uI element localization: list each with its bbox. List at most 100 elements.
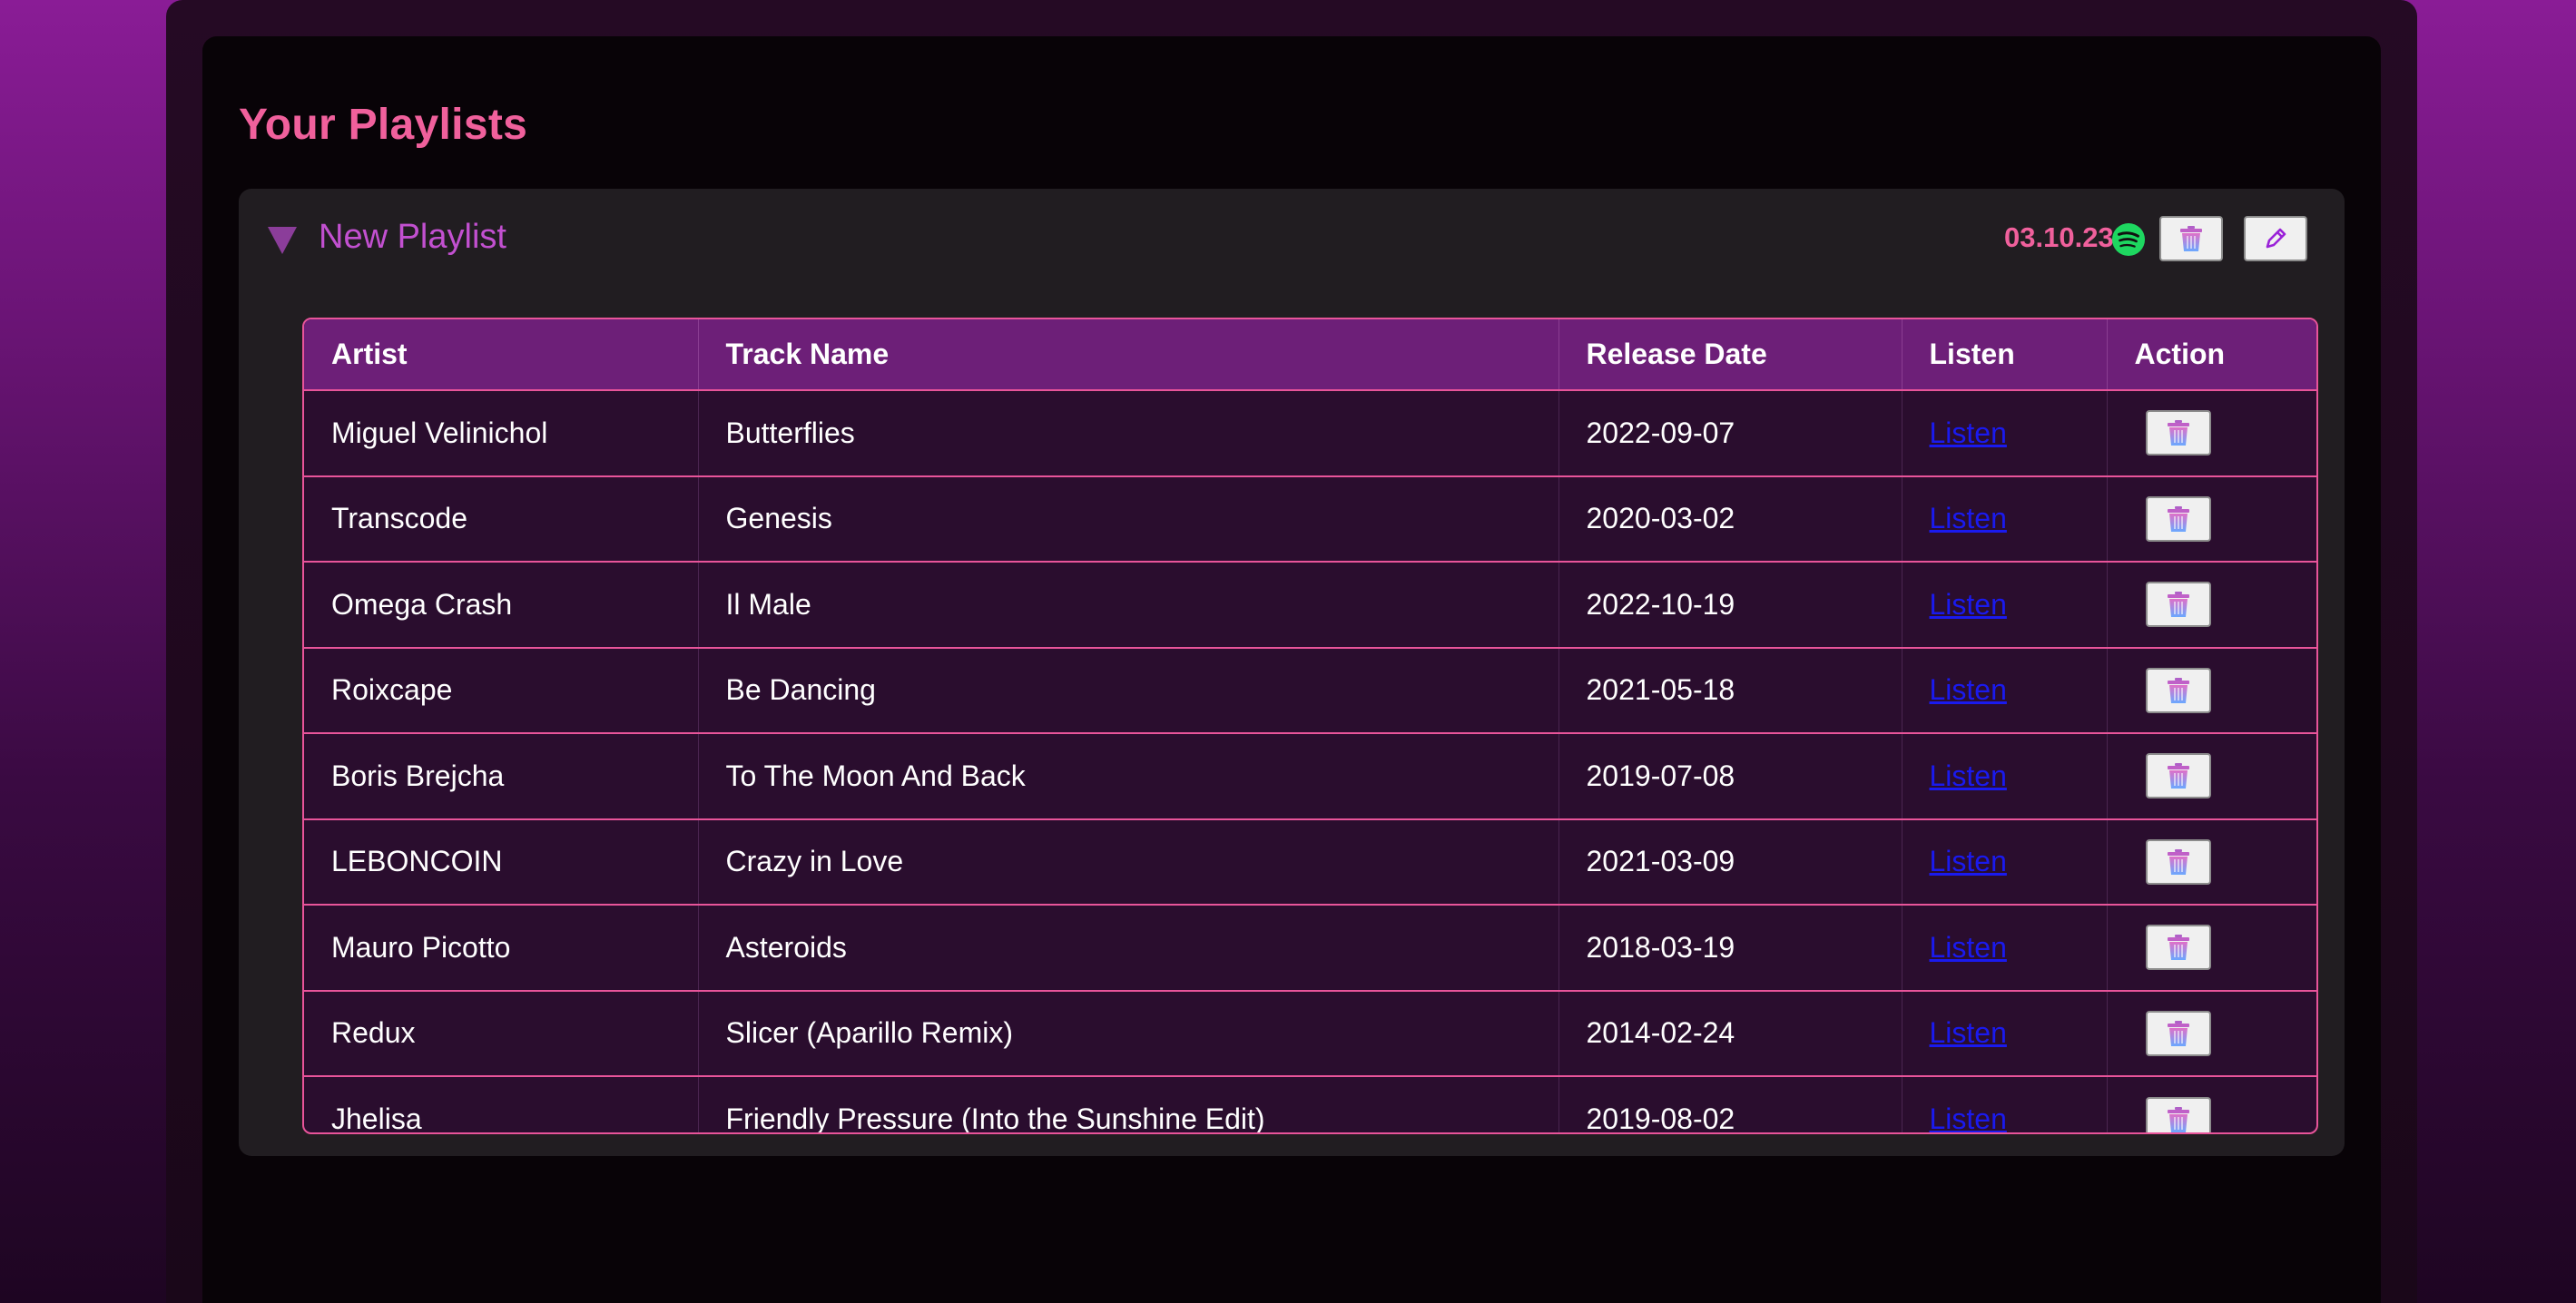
tracks-table: Artist Track Name Release Date Listen Ac… (302, 318, 2318, 1134)
listen-cell: Listen (1902, 1076, 2108, 1132)
column-header-release-date: Release Date (1558, 319, 1903, 391)
artist-cell: Roixcape (304, 647, 699, 733)
table-header-row: Artist Track Name Release Date Listen Ac… (304, 319, 2316, 391)
release-date-cell: 2014-02-24 (1558, 990, 1903, 1076)
listen-link[interactable]: Listen (1930, 845, 2007, 877)
trash-icon (2167, 848, 2189, 875)
trash-icon (2167, 592, 2189, 618)
artist-cell: Mauro Picotto (304, 905, 699, 991)
delete-track-button[interactable] (2145, 1096, 2211, 1132)
page-title: Your Playlists (239, 101, 528, 149)
listen-link[interactable]: Listen (1930, 502, 2007, 534)
playlist-card: New Playlist 03.10.23 Artist Track Name … (239, 189, 2345, 1156)
release-date-cell: 2022-10-19 (1558, 562, 1903, 648)
track-name-cell: Be Dancing (698, 647, 1559, 733)
track-name-cell: Crazy in Love (698, 818, 1559, 905)
table-row: LEBONCOIN Crazy in Love 2021-03-09 Liste… (304, 818, 2316, 906)
delete-track-button[interactable] (2145, 495, 2211, 542)
action-cell (2107, 1076, 2316, 1132)
action-cell (2107, 562, 2316, 648)
delete-track-button[interactable] (2145, 838, 2211, 885)
release-date-cell: 2019-07-08 (1558, 733, 1903, 819)
listen-link[interactable]: Listen (1930, 931, 2007, 964)
track-name-cell: To The Moon And Back (698, 733, 1559, 819)
release-date-cell: 2021-05-18 (1558, 647, 1903, 733)
delete-playlist-button[interactable] (2159, 216, 2223, 261)
action-cell (2107, 905, 2316, 991)
listen-link[interactable]: Listen (1930, 1016, 2007, 1049)
delete-track-button[interactable] (2145, 667, 2211, 713)
listen-link[interactable]: Listen (1930, 673, 2007, 706)
listen-cell: Listen (1902, 733, 2108, 819)
table-row: Roixcape Be Dancing 2021-05-18 Listen (304, 647, 2316, 734)
trash-icon (2167, 1020, 2189, 1046)
playlist-header: New Playlist 03.10.23 (239, 189, 2345, 283)
table-row: Transcode Genesis 2020-03-02 Listen (304, 475, 2316, 563)
listen-cell: Listen (1902, 905, 2108, 991)
playlist-name[interactable]: New Playlist (319, 218, 506, 257)
artist-cell: Miguel Velinichol (304, 390, 699, 476)
listen-link[interactable]: Listen (1930, 588, 2007, 621)
trash-icon (2167, 505, 2189, 532)
action-cell (2107, 819, 2316, 906)
listen-cell: Listen (1902, 818, 2108, 905)
release-date-cell: 2022-09-07 (1558, 390, 1903, 476)
edit-playlist-button[interactable] (2244, 216, 2307, 261)
listen-cell: Listen (1902, 475, 2108, 562)
table-row: Mauro Picotto Asteroids 2018-03-19 Liste… (304, 905, 2316, 991)
artist-cell: Jhelisa (304, 1076, 699, 1132)
listen-link[interactable]: Listen (1930, 416, 2007, 449)
artist-cell: LEBONCOIN (304, 818, 699, 905)
spotify-icon[interactable] (2111, 222, 2146, 257)
artist-cell: Boris Brejcha (304, 733, 699, 819)
artist-cell: Transcode (304, 475, 699, 562)
trash-icon (2167, 763, 2189, 789)
action-cell (2107, 390, 2316, 476)
track-name-cell: Butterflies (698, 390, 1559, 476)
release-date-cell: 2019-08-02 (1558, 1076, 1903, 1132)
track-name-cell: Il Male (698, 562, 1559, 648)
listen-cell: Listen (1902, 990, 2108, 1076)
main-panel: Your Playlists New Playlist 03.10.23 Art… (202, 36, 2381, 1303)
delete-track-button[interactable] (2145, 1010, 2211, 1056)
listen-cell: Listen (1902, 647, 2108, 733)
artist-cell: Redux (304, 990, 699, 1076)
action-cell (2107, 476, 2316, 563)
table-row: Jhelisa Friendly Pressure (Into the Suns… (304, 1076, 2316, 1132)
column-header-artist: Artist (304, 319, 699, 391)
trash-icon (2167, 420, 2189, 446)
artist-cell: Omega Crash (304, 562, 699, 648)
action-cell (2107, 648, 2316, 734)
delete-track-button[interactable] (2145, 410, 2211, 456)
column-header-track-name: Track Name (698, 319, 1559, 391)
listen-link[interactable]: Listen (1930, 759, 2007, 792)
action-cell (2107, 733, 2316, 819)
delete-track-button[interactable] (2145, 925, 2211, 971)
release-date-cell: 2021-03-09 (1558, 818, 1903, 905)
trash-icon (2180, 226, 2202, 251)
table-body: Miguel Velinichol Butterflies 2022-09-07… (304, 390, 2316, 1132)
delete-track-button[interactable] (2145, 582, 2211, 628)
column-header-action: Action (2107, 319, 2316, 391)
table-row: Omega Crash Il Male 2022-10-19 Listen (304, 562, 2316, 648)
column-header-listen: Listen (1902, 319, 2108, 391)
table-row: Redux Slicer (Aparillo Remix) 2014-02-24… (304, 990, 2316, 1077)
track-name-cell: Asteroids (698, 905, 1559, 991)
table-row: Boris Brejcha To The Moon And Back 2019-… (304, 733, 2316, 819)
track-name-cell: Friendly Pressure (Into the Sunshine Edi… (698, 1076, 1559, 1132)
delete-track-button[interactable] (2145, 753, 2211, 799)
triangle-down-icon[interactable] (268, 227, 297, 254)
track-name-cell: Genesis (698, 475, 1559, 562)
track-name-cell: Slicer (Aparillo Remix) (698, 990, 1559, 1076)
trash-icon (2167, 677, 2189, 703)
listen-cell: Listen (1902, 390, 2108, 476)
listen-cell: Listen (1902, 562, 2108, 648)
trash-icon (2167, 1106, 2189, 1132)
playlist-date: 03.10.23 (2004, 221, 2114, 253)
table-row: Miguel Velinichol Butterflies 2022-09-07… (304, 390, 2316, 476)
trash-icon (2167, 935, 2189, 961)
release-date-cell: 2018-03-19 (1558, 905, 1903, 991)
listen-link[interactable]: Listen (1930, 1102, 2007, 1132)
action-cell (2107, 991, 2316, 1077)
app-frame: Your Playlists New Playlist 03.10.23 Art… (166, 0, 2417, 1303)
